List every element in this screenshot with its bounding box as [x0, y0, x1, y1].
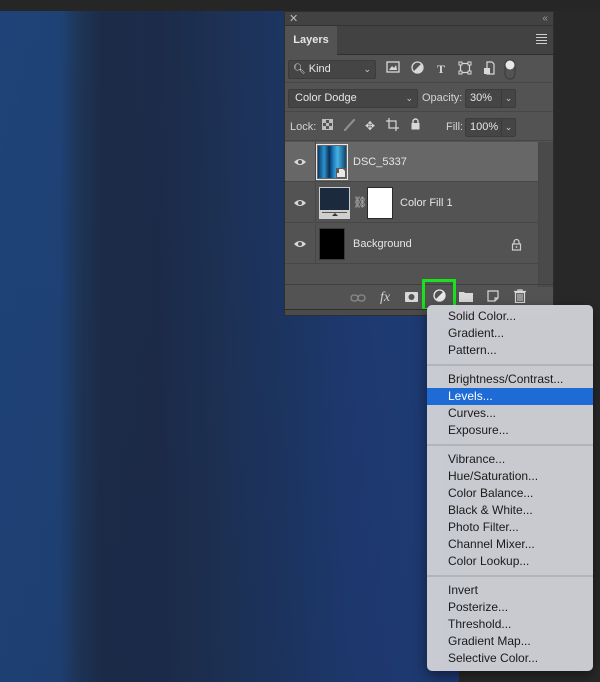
- menu-separator: [427, 439, 593, 451]
- menu-item-brightness-contrast[interactable]: Brightness/Contrast...: [427, 371, 593, 388]
- layer-row-color-fill-1[interactable]: ⛓︎ Color Fill 1: [285, 183, 538, 223]
- filter-row: 🔍︎ Kind ⌄ T: [285, 56, 553, 83]
- eye-icon: [294, 241, 306, 247]
- link-layers-icon[interactable]: [349, 289, 367, 307]
- chevron-down-icon: ⌄: [363, 64, 371, 74]
- lock-artboard-icon[interactable]: [385, 118, 399, 134]
- layer-row-background[interactable]: Background: [285, 224, 538, 264]
- lock-label: Lock:: [290, 121, 317, 133]
- smart-object-badge-icon: [336, 168, 346, 178]
- chain-link-icon[interactable]: ⛓︎: [353, 196, 367, 209]
- lock-image-pixels-icon[interactable]: [342, 118, 356, 134]
- kind-filter-dropdown[interactable]: 🔍︎ Kind ⌄: [288, 60, 376, 79]
- panel-header-strip: ✕ ‹‹: [285, 12, 553, 26]
- visibility-toggle[interactable]: [285, 142, 316, 182]
- layer-name: Color Fill 1: [400, 197, 453, 209]
- opacity-label: Opacity:: [422, 92, 463, 104]
- menu-item-levels[interactable]: Levels...: [427, 388, 593, 405]
- opacity-slider-toggle-chevron-icon[interactable]: ⌄: [501, 90, 515, 107]
- menu-item-hue-saturation[interactable]: Hue/Saturation...: [427, 468, 593, 485]
- add-mask-icon[interactable]: [402, 289, 420, 307]
- close-icon[interactable]: ✕: [289, 12, 298, 26]
- menu-item-pattern[interactable]: Pattern...: [427, 342, 593, 359]
- fill-value: 100%: [470, 121, 499, 133]
- layer-thumbnail: [316, 144, 348, 180]
- menu-item-exposure[interactable]: Exposure...: [427, 422, 593, 439]
- layer-name: DSC_5337: [353, 156, 407, 168]
- menu-separator: [427, 570, 593, 582]
- menu-item-gradient[interactable]: Gradient...: [427, 325, 593, 342]
- fill-label: Fill:: [446, 121, 464, 133]
- menu-item-color-lookup[interactable]: Color Lookup...: [427, 553, 593, 570]
- pixel-layer-filter-icon[interactable]: [385, 61, 401, 77]
- menu-item-gradient-map[interactable]: Gradient Map...: [427, 633, 593, 650]
- kind-label: Kind: [308, 63, 331, 75]
- blend-mode-dropdown[interactable]: Color Dodge ⌄: [288, 89, 418, 108]
- menu-item-vibrance[interactable]: Vibrance...: [427, 451, 593, 468]
- fill-slider-toggle-chevron-icon[interactable]: ⌄: [501, 119, 515, 136]
- smart-object-filter-icon[interactable]: [481, 61, 497, 77]
- menu-item-black-white[interactable]: Black & White...: [427, 502, 593, 519]
- menu-item-photo-filter[interactable]: Photo Filter...: [427, 519, 593, 536]
- layer-row-dsc-5337[interactable]: DSC_5337: [285, 142, 538, 182]
- lock-position-icon[interactable]: ✥: [363, 118, 377, 134]
- fill-layer-thumbnail: [319, 187, 350, 219]
- menu-item-threshold[interactable]: Threshold...: [427, 616, 593, 633]
- layer-mask-thumbnail[interactable]: [367, 187, 393, 219]
- lock-transparent-pixels-icon[interactable]: [320, 118, 334, 134]
- layer-name: Background: [353, 238, 412, 250]
- layers-list: DSC_5337 ⛓︎ Color Fill 1 Background: [285, 142, 553, 272]
- panel-tab-row: Layers: [285, 26, 553, 55]
- layer-thumbnail: [319, 228, 345, 260]
- chevron-down-icon: ⌄: [405, 93, 413, 103]
- top-bar: [0, 0, 600, 11]
- visibility-toggle[interactable]: [285, 183, 316, 223]
- shape-layer-filter-icon[interactable]: [457, 61, 473, 77]
- double-chevron-left-icon[interactable]: ‹‹: [542, 12, 548, 26]
- fill-field[interactable]: 100% ⌄: [465, 118, 516, 137]
- menu-item-color-balance[interactable]: Color Balance...: [427, 485, 593, 502]
- fx-icon[interactable]: fx: [376, 289, 394, 307]
- adjustment-layer-menu: Solid Color... Gradient... Pattern... Brigh…: [427, 305, 593, 671]
- search-icon: 🔍︎: [293, 64, 306, 75]
- menu-item-curves[interactable]: Curves...: [427, 405, 593, 422]
- menu-item-selective-color[interactable]: Selective Color...: [427, 650, 593, 667]
- blend-mode-value: Color Dodge: [295, 92, 357, 104]
- lock-all-icon[interactable]: [408, 118, 422, 134]
- filter-toggle-switch[interactable]: [504, 59, 516, 80]
- tab-layers[interactable]: Layers: [285, 26, 337, 55]
- opacity-field[interactable]: 30% ⌄: [465, 89, 516, 108]
- layers-panel: ✕ ‹‹ Layers 🔍︎ Kind ⌄ T Color Dodge ⌄ Op…: [284, 11, 554, 316]
- fill-thumbnail-bar: [320, 210, 349, 218]
- menu-separator: [427, 359, 593, 371]
- adjustment-layer-filter-icon[interactable]: [409, 61, 425, 77]
- hamburger-menu-icon[interactable]: [536, 34, 547, 44]
- menu-item-posterize[interactable]: Posterize...: [427, 599, 593, 616]
- lock-row: Lock: ✥ Fill: 100% ⌄: [285, 113, 553, 141]
- menu-item-solid-color[interactable]: Solid Color...: [427, 308, 593, 325]
- menu-item-channel-mixer[interactable]: Channel Mixer...: [427, 536, 593, 553]
- type-layer-filter-icon[interactable]: T: [433, 61, 449, 77]
- blend-row: Color Dodge ⌄ Opacity: 30% ⌄: [285, 84, 553, 112]
- photoshop-workspace: ✕ ‹‹ Layers 🔍︎ Kind ⌄ T Color Dodge ⌄ Op…: [0, 0, 600, 682]
- menu-item-invert[interactable]: Invert: [427, 582, 593, 599]
- lock-icon: [511, 238, 522, 251]
- layers-scrollbar[interactable]: [538, 142, 553, 287]
- opacity-value: 30%: [470, 92, 493, 104]
- eye-icon: [294, 159, 306, 165]
- visibility-toggle[interactable]: [285, 224, 316, 264]
- eye-icon: [294, 200, 306, 206]
